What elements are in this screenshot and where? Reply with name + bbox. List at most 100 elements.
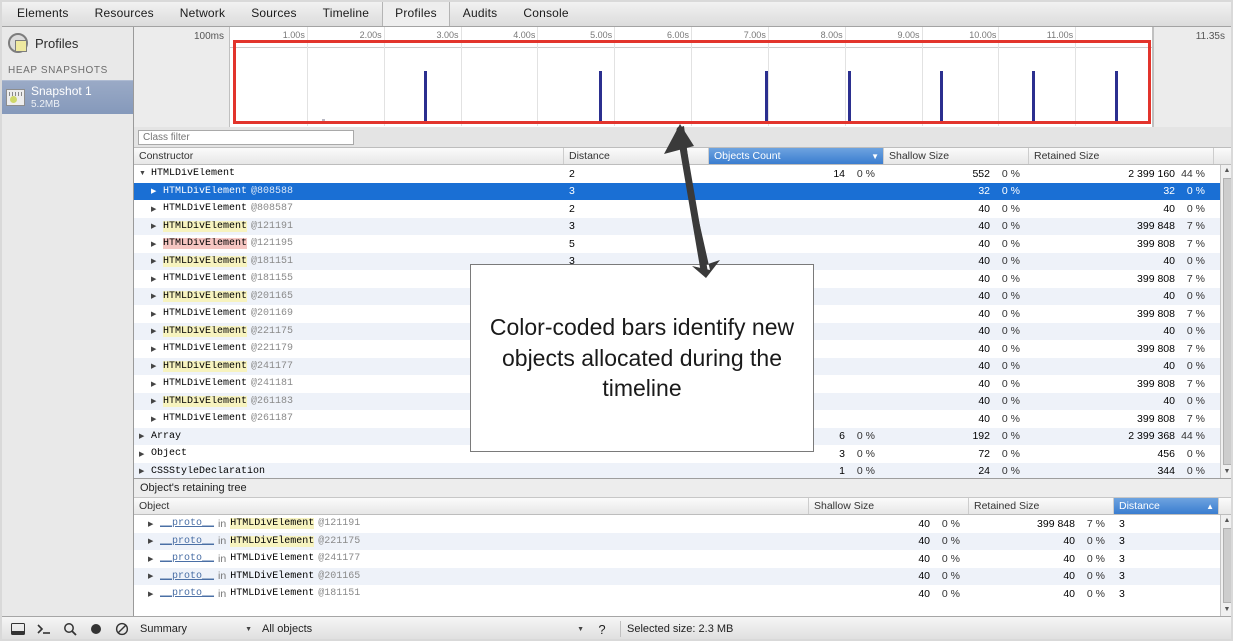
retaining-scrollbar[interactable]: ▲ ▼ <box>1220 515 1233 616</box>
cell-shallow-size-value: 40 <box>978 360 990 372</box>
expand-collapse-closed-icon[interactable]: ▶ <box>151 240 159 248</box>
expand-collapse-closed-icon[interactable]: ▶ <box>151 380 159 388</box>
sidebar-item-snapshot-1[interactable]: Snapshot 1 5.2MB <box>0 80 133 114</box>
tab-timeline[interactable]: Timeline <box>310 0 383 26</box>
cell-shallow-size-percent: 0 % <box>990 255 1024 267</box>
overview-tick-label: 1.00s <box>283 30 305 40</box>
table-row[interactable]: ▶__proto__inHTMLDivElement@181151400 %40… <box>134 585 1220 603</box>
scroll-up-arrow[interactable]: ▲ <box>1224 165 1231 177</box>
retaining-column-header-retained-size[interactable]: Retained Size <box>969 498 1114 514</box>
constructors-scrollbar[interactable]: ▲ ▼ <box>1220 165 1233 478</box>
heap-timeline-overview[interactable]: 100ms 1.00s2.00s3.00s4.00s5.00s6.00s7.00… <box>134 27 1233 127</box>
table-row[interactable]: ▶__proto__inHTMLDivElement@121191400 %39… <box>134 515 1220 533</box>
expand-collapse-closed-icon[interactable]: ▶ <box>151 187 159 195</box>
overview-graph[interactable]: 1.00s2.00s3.00s4.00s5.00s6.00s7.00s8.00s… <box>230 27 1153 127</box>
scroll-down-arrow[interactable]: ▼ <box>1224 466 1231 478</box>
expand-collapse-closed-icon[interactable]: ▶ <box>151 327 159 335</box>
object-filter-select[interactable]: All objects ▼ <box>258 623 588 635</box>
property-name: __proto__ <box>160 518 214 529</box>
dock-icon[interactable] <box>6 619 30 639</box>
class-filter-input[interactable] <box>138 130 354 145</box>
expand-collapse-closed-icon[interactable]: ▶ <box>151 257 159 265</box>
view-mode-label: Summary <box>140 623 187 635</box>
help-icon[interactable]: ? <box>590 619 614 639</box>
cell-retained-size: 400 % <box>1029 255 1214 267</box>
scroll-thumb[interactable] <box>1223 178 1232 465</box>
expand-collapse-closed-icon[interactable]: ▶ <box>151 362 159 370</box>
column-header-label: Retained Size <box>1034 150 1099 162</box>
scroll-down-arrow[interactable]: ▼ <box>1224 604 1231 616</box>
cell-retained-size-value: 40 <box>1163 203 1175 215</box>
clear-icon[interactable] <box>110 619 134 639</box>
expand-collapse-closed-icon[interactable]: ▶ <box>151 205 159 213</box>
constructor-name: HTMLDivElement <box>163 273 247 284</box>
expand-collapse-closed-icon[interactable]: ▶ <box>151 345 159 353</box>
cell-shallow-size-value: 40 <box>978 273 990 285</box>
tab-elements[interactable]: Elements <box>4 0 82 26</box>
object-id: @261187 <box>251 413 293 424</box>
cell-object: ▶__proto__inHTMLDivElement@201165 <box>134 570 809 582</box>
object-id: @181151 <box>251 256 293 267</box>
console-drawer-icon[interactable] <box>32 619 56 639</box>
retaining-column-header-object[interactable]: Object <box>134 498 809 514</box>
column-header-label: Retained Size <box>974 500 1039 512</box>
cell-retained-size-value: 2 399 368 <box>1128 430 1175 442</box>
expand-collapse-closed-icon[interactable]: ▶ <box>139 450 147 458</box>
column-header-shallow-size[interactable]: Shallow Size <box>884 148 1029 164</box>
column-header-retained-size[interactable]: Retained Size <box>1029 148 1214 164</box>
tab-resources[interactable]: Resources <box>82 0 167 26</box>
retaining-column-header-shallow-size[interactable]: Shallow Size <box>809 498 969 514</box>
tab-label: Audits <box>463 6 498 20</box>
tab-sources[interactable]: Sources <box>238 0 309 26</box>
tab-network[interactable]: Network <box>167 0 238 26</box>
expand-collapse-closed-icon[interactable]: ▶ <box>151 310 159 318</box>
tab-profiles[interactable]: Profiles <box>382 0 450 26</box>
expand-collapse-closed-icon[interactable]: ▶ <box>148 520 156 528</box>
table-row[interactable]: ▶CSSStyleDeclaration10 %240 %3440 % <box>134 463 1220 479</box>
expand-collapse-closed-icon[interactable]: ▶ <box>148 555 156 563</box>
scroll-up-arrow[interactable]: ▲ <box>1224 515 1231 527</box>
tab-console[interactable]: Console <box>510 0 581 26</box>
cell-retained-size-value: 399 808 <box>1137 413 1175 425</box>
cell-retained-size-percent: 0 % <box>1175 448 1209 460</box>
expand-collapse-closed-icon[interactable]: ▶ <box>148 572 156 580</box>
cell-shallow-size-value: 40 <box>918 535 930 547</box>
cell-shallow-size-value: 552 <box>972 168 990 180</box>
table-row[interactable]: ▶__proto__inHTMLDivElement@241177400 %40… <box>134 550 1220 568</box>
search-icon[interactable] <box>58 619 82 639</box>
expand-collapse-closed-icon[interactable]: ▶ <box>151 222 159 230</box>
cell-shallow-size-percent: 0 % <box>990 185 1024 197</box>
scroll-thumb[interactable] <box>1223 528 1232 603</box>
expand-collapse-closed-icon[interactable]: ▶ <box>148 537 156 545</box>
object-id: @808587 <box>251 203 293 214</box>
overview-allocation-bar <box>1115 71 1118 121</box>
expand-collapse-closed-icon[interactable]: ▶ <box>148 590 156 598</box>
cell-shallow-size-percent: 0 % <box>990 273 1024 285</box>
cell-retained-size-percent: 0 % <box>1175 465 1209 477</box>
expand-collapse-closed-icon[interactable]: ▶ <box>151 397 159 405</box>
cell-shallow-size: 1920 % <box>884 430 1029 442</box>
retaining-grid-rows[interactable]: ▶__proto__inHTMLDivElement@121191400 %39… <box>134 515 1220 616</box>
table-row[interactable]: ▶__proto__inHTMLDivElement@201165400 %40… <box>134 568 1220 586</box>
retaining-tree-title: Object's retaining tree <box>134 478 1233 498</box>
cell-objects-count-value: 14 <box>833 168 845 180</box>
expand-collapse-closed-icon[interactable]: ▶ <box>139 467 147 475</box>
column-header-constructor[interactable]: Constructor <box>134 148 564 164</box>
constructor-name: HTMLDivElement <box>230 588 314 599</box>
cell-retained-size-percent: 7 % <box>1175 343 1209 355</box>
property-name: __proto__ <box>160 571 214 582</box>
view-mode-select[interactable]: Summary ▼ <box>136 623 256 635</box>
table-row[interactable]: ▶__proto__inHTMLDivElement@221175400 %40… <box>134 533 1220 551</box>
expand-collapse-closed-icon[interactable]: ▶ <box>151 275 159 283</box>
cell-shallow-size-percent: 0 % <box>930 570 964 582</box>
retaining-column-header-distance[interactable]: Distance▲ <box>1114 498 1219 514</box>
record-icon[interactable] <box>84 619 108 639</box>
cell-retained-size-value: 40 <box>1063 588 1075 600</box>
tab-audits[interactable]: Audits <box>450 0 511 26</box>
expand-collapse-open-icon[interactable]: ▼ <box>139 170 147 177</box>
expand-collapse-closed-icon[interactable]: ▶ <box>151 415 159 423</box>
expand-collapse-closed-icon[interactable]: ▶ <box>151 292 159 300</box>
expand-collapse-closed-icon[interactable]: ▶ <box>139 432 147 440</box>
cell-shallow-size-value: 40 <box>918 570 930 582</box>
overview-tick-label: 9.00s <box>897 30 919 40</box>
